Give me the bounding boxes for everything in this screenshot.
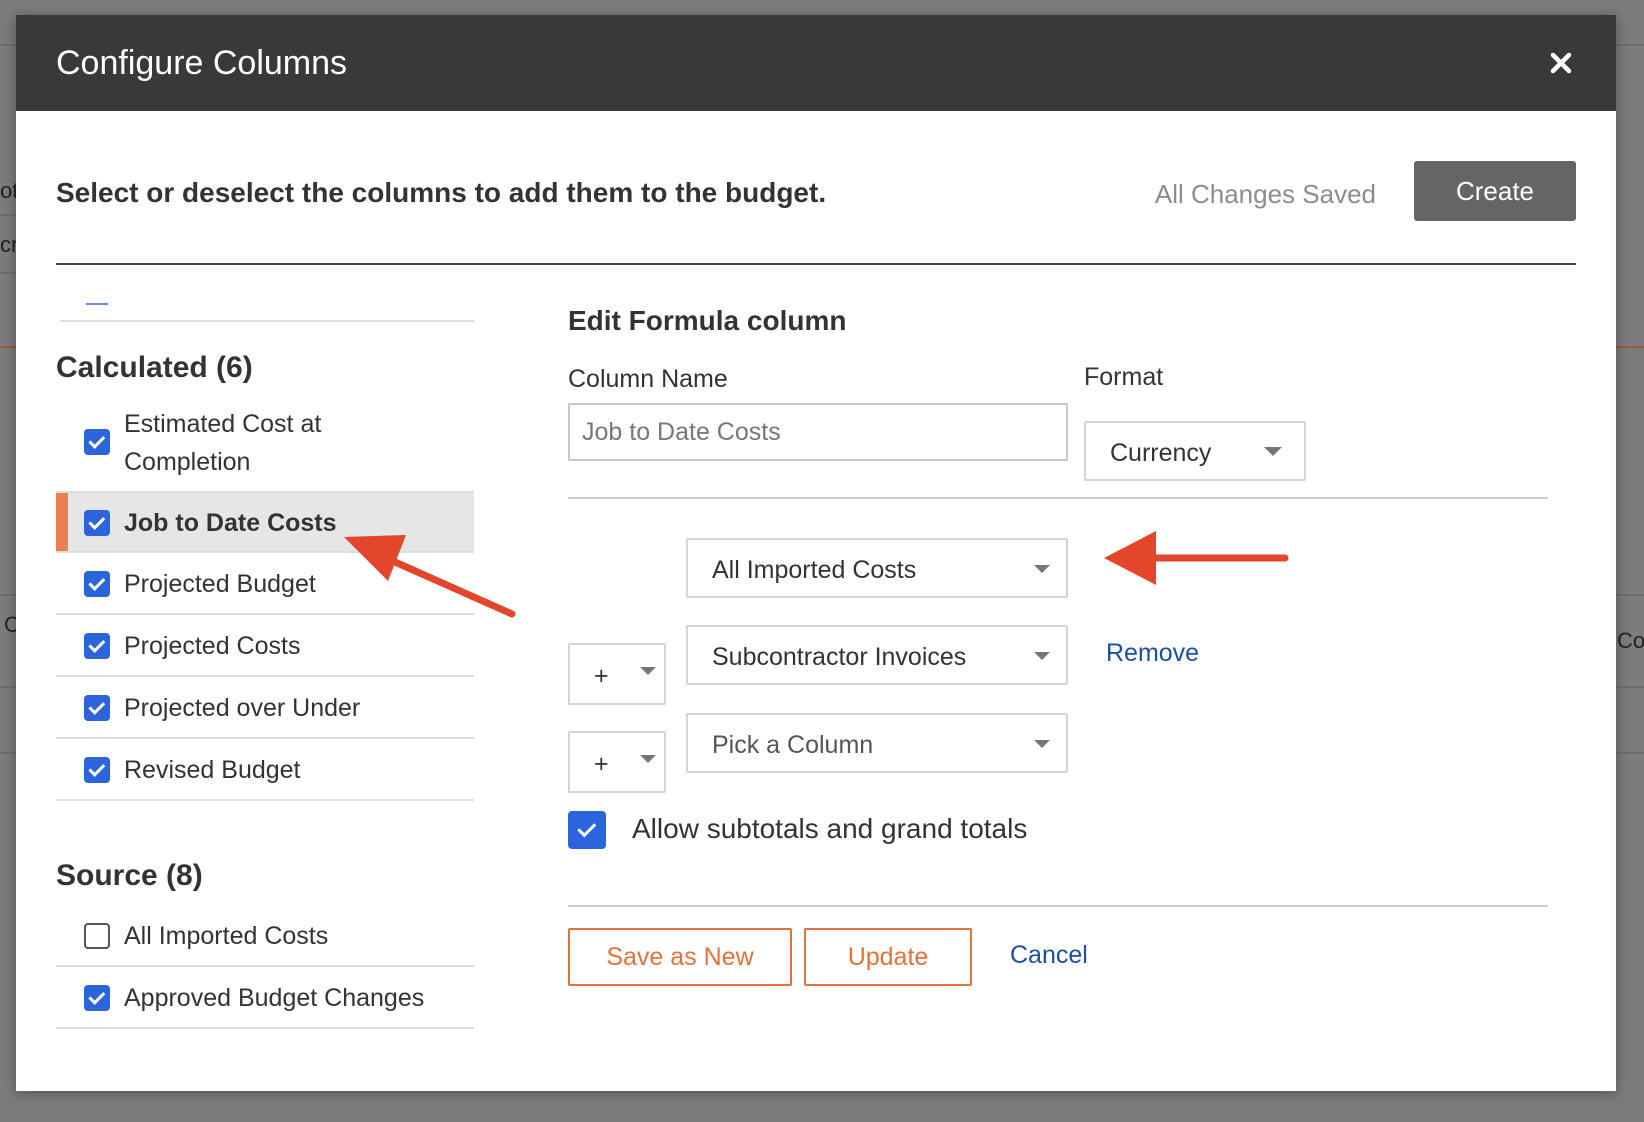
annotation-arrows	[344, 531, 1289, 618]
arrow-annotation-icon	[344, 535, 516, 618]
background-fragment: oti	[0, 178, 16, 203]
background-fragment: cri	[0, 232, 16, 257]
background-fragment: C	[4, 612, 16, 637]
configure-columns-modal: Configure Columns Select or deselect the…	[16, 15, 1616, 1091]
background-fragment: Co	[1617, 628, 1644, 653]
arrow-annotation-icon	[1104, 531, 1289, 585]
